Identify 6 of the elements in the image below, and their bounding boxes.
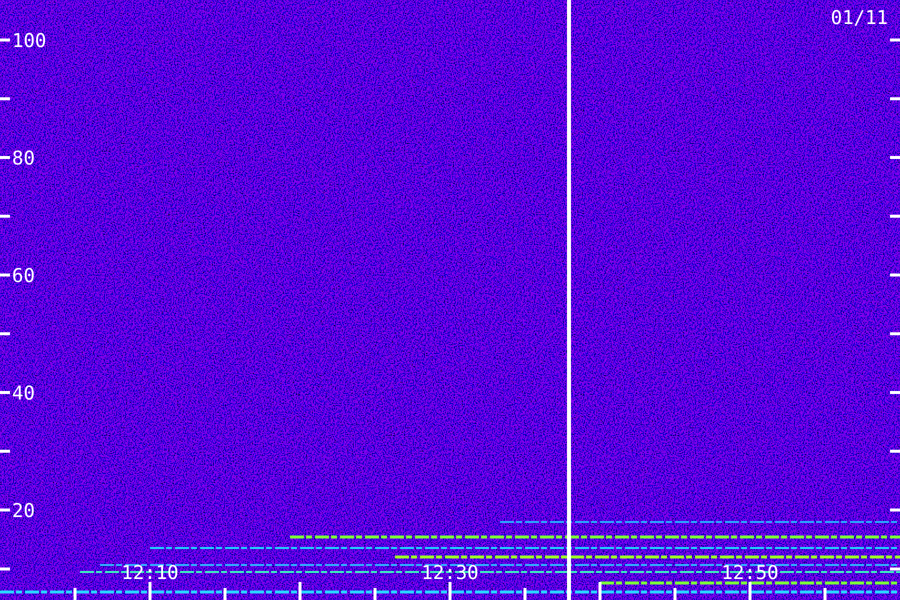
y-axis-label: 100 [12, 30, 46, 52]
y-axis-label: 20 [12, 500, 35, 522]
y-axis-label: 80 [12, 148, 35, 170]
y-axis-label: 40 [12, 382, 35, 404]
y-axis-label: 60 [12, 265, 35, 287]
date-label: 01/11 [830, 7, 888, 29]
